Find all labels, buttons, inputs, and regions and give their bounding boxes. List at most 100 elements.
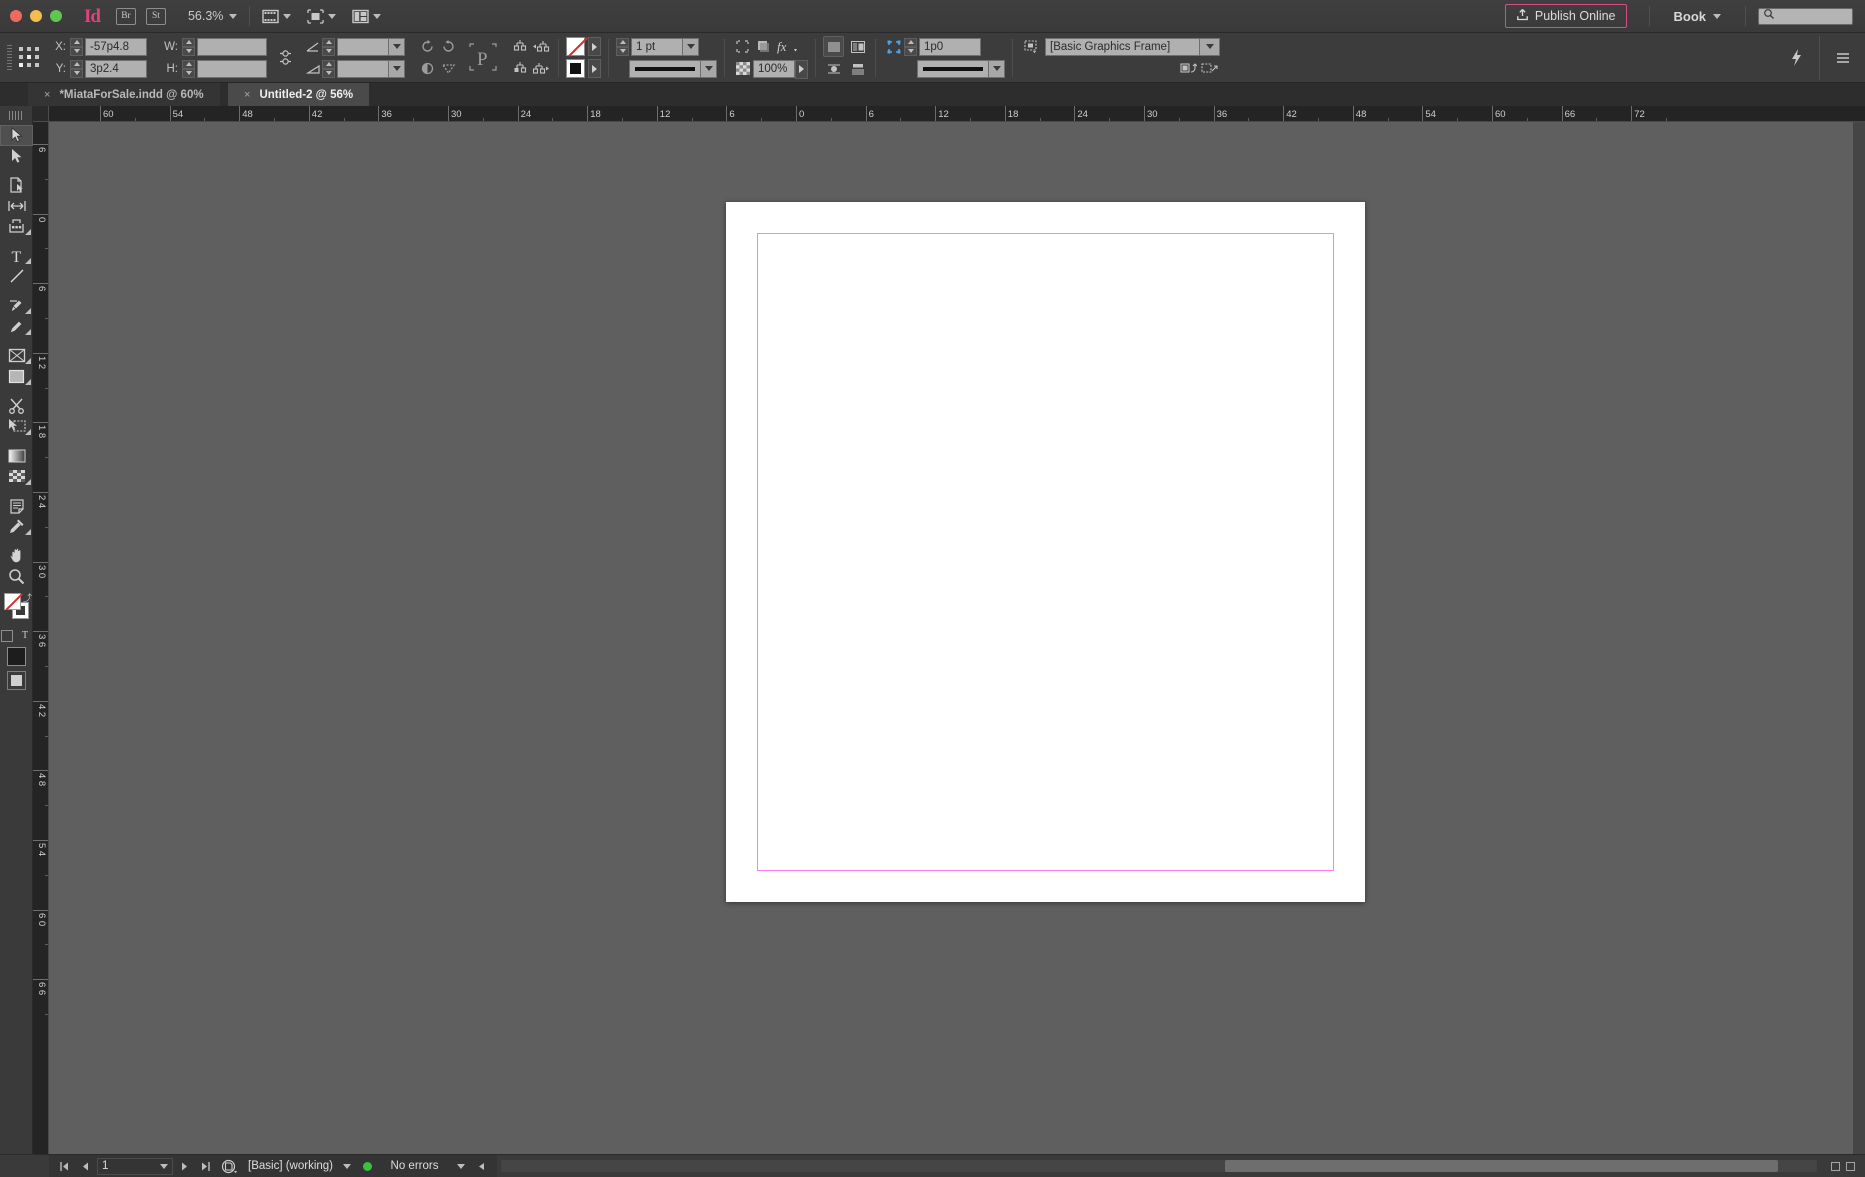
minimize-window-icon[interactable] — [30, 10, 42, 22]
direct-selection-tool[interactable] — [0, 146, 33, 167]
scale-y-stepper[interactable] — [322, 59, 335, 78]
eyedropper-tool[interactable] — [0, 516, 33, 537]
apply-gradient-icon[interactable]: T — [19, 630, 31, 642]
document-canvas[interactable] — [49, 122, 1865, 1154]
pen-tool[interactable] — [0, 296, 33, 317]
text-wrap-object-shape-icon[interactable] — [823, 58, 844, 79]
close-icon[interactable]: × — [44, 89, 50, 101]
corner-radius-input[interactable]: 1p0 — [919, 37, 981, 56]
panel-grip[interactable] — [7, 44, 12, 71]
frame-fitting-icon[interactable] — [1020, 36, 1041, 57]
close-window-icon[interactable] — [10, 10, 22, 22]
scale-y-input[interactable] — [337, 59, 389, 78]
note-tool[interactable] — [0, 496, 33, 517]
drop-shadow-icon[interactable] — [753, 36, 774, 57]
scissors-tool[interactable] — [0, 396, 33, 417]
chevron-down-icon[interactable] — [389, 37, 405, 56]
constrain-proportions-icon[interactable] — [275, 47, 296, 68]
search-input[interactable] — [1758, 7, 1853, 25]
text-wrap-bounding-box-icon[interactable] — [847, 36, 868, 57]
resize-grip-icon[interactable] — [1831, 1161, 1840, 1171]
preflight-profile-selector[interactable]: [Basic] (working) — [243, 1158, 356, 1175]
free-transform-tool[interactable] — [0, 416, 33, 437]
document-tab-untitled-2[interactable]: × Untitled-2 @ 56% — [228, 83, 370, 106]
gradient-feather-tool[interactable] — [0, 466, 33, 487]
scale-x-stepper[interactable] — [322, 37, 335, 56]
preflight-icon[interactable] — [217, 1157, 241, 1176]
hand-tool[interactable] — [0, 546, 33, 567]
stroke-swatch[interactable] — [566, 59, 585, 78]
distribute-left-icon[interactable] — [530, 36, 551, 57]
w-stepper[interactable] — [182, 37, 195, 56]
rectangle-frame-tool[interactable] — [0, 346, 33, 367]
page-tool[interactable] — [0, 175, 33, 196]
gradient-swatch-tool[interactable] — [0, 446, 33, 467]
fill-stroke-control[interactable]: ⤴ — [0, 591, 33, 625]
document-tab-miataforsale[interactable]: × *MiataForSale.indd @ 60% — [28, 83, 220, 106]
x-input[interactable]: -57p4.8 — [85, 37, 147, 56]
chevron-down-icon[interactable] — [343, 1163, 351, 1169]
horizontal-ruler[interactable]: 60 54 48 42 36 30 24 18 12 6 0 6 12 18 24 30 36 42 48 54 60 6… — [49, 106, 1865, 122]
horizontal-scrollbar[interactable] — [501, 1160, 1817, 1172]
screen-mode-button[interactable] — [262, 9, 292, 24]
rotate-clockwise-icon[interactable] — [438, 36, 459, 57]
scrollbar-thumb[interactable] — [1224, 1160, 1778, 1172]
flip-horizontal-icon[interactable] — [417, 58, 438, 79]
corner-style-dropdown[interactable] — [917, 59, 1005, 78]
zoom-tool[interactable] — [0, 566, 33, 587]
distribute-right-icon[interactable] — [530, 58, 551, 79]
break-link-to-style-icon[interactable] — [1199, 58, 1220, 79]
stroke-weight-input[interactable]: 1 pt — [631, 37, 683, 56]
fill-swatch[interactable] — [566, 37, 585, 56]
opacity-input[interactable]: 100% — [753, 59, 795, 78]
corner-radius-stepper[interactable] — [904, 37, 917, 56]
x-stepper[interactable] — [70, 37, 83, 56]
fx-icon[interactable]: fx — [774, 36, 800, 57]
next-page-icon[interactable] — [175, 1157, 194, 1176]
chevron-down-icon[interactable] — [389, 59, 405, 78]
stroke-dropdown-button[interactable] — [588, 59, 601, 78]
opacity-dropdown[interactable]: 100% — [753, 59, 808, 79]
panel-menu-icon[interactable] — [1832, 47, 1853, 68]
resize-grip-icon[interactable] — [1846, 1161, 1855, 1171]
ruler-origin-corner[interactable] — [33, 106, 49, 122]
document-page[interactable] — [726, 202, 1365, 902]
object-style-input[interactable]: [Basic Graphics Frame] — [1045, 37, 1200, 56]
apply-none-icon[interactable] — [1, 629, 13, 642]
bridge-button[interactable]: Br — [115, 7, 136, 25]
first-page-icon[interactable] — [55, 1157, 74, 1176]
maximize-window-icon[interactable] — [50, 10, 62, 22]
close-icon[interactable]: × — [244, 89, 250, 101]
w-input[interactable] — [197, 37, 267, 56]
normal-view-mode-icon[interactable] — [6, 646, 26, 666]
publish-online-button[interactable]: Publish Online — [1504, 4, 1627, 28]
chevron-down-icon[interactable] — [989, 59, 1005, 78]
clear-overrides-icon[interactable] — [1178, 58, 1199, 79]
scale-y-dropdown[interactable] — [337, 59, 405, 78]
distribute-bottom-icon[interactable] — [509, 58, 530, 79]
selection-tool[interactable] — [0, 125, 33, 146]
fill-swatch[interactable] — [4, 592, 21, 610]
stroke-weight-dropdown[interactable]: 1 pt — [631, 37, 699, 56]
corner-shape-icon[interactable] — [883, 36, 904, 57]
line-tool[interactable] — [0, 266, 33, 287]
chevron-down-icon[interactable] — [701, 59, 717, 78]
reference-point-proxy-icon[interactable] — [18, 46, 42, 70]
chevron-down-icon[interactable] — [1200, 37, 1220, 56]
chevron-down-icon[interactable] — [683, 37, 699, 56]
chevron-down-icon[interactable] — [160, 1163, 168, 1169]
fill-dropdown-button[interactable] — [588, 37, 601, 56]
rectangle-tool[interactable] — [0, 366, 33, 387]
toolbox-grip[interactable] — [9, 109, 23, 121]
object-style-dropdown[interactable]: [Basic Graphics Frame] — [1045, 37, 1220, 56]
window-controls[interactable] — [0, 10, 74, 22]
stock-button[interactable]: St — [145, 7, 166, 25]
page-number-input[interactable]: 1 — [97, 1157, 173, 1175]
zoom-level-dropdown[interactable]: 56.3% — [188, 9, 238, 23]
vertical-scrollbar[interactable] — [1853, 122, 1865, 1154]
arrange-documents-button[interactable] — [352, 9, 382, 24]
text-wrap-none-icon[interactable] — [823, 36, 844, 57]
preview-mode-icon[interactable] — [6, 670, 26, 690]
content-collector-tool[interactable] — [0, 216, 33, 237]
quick-apply-lightning-icon[interactable] — [1786, 47, 1807, 68]
